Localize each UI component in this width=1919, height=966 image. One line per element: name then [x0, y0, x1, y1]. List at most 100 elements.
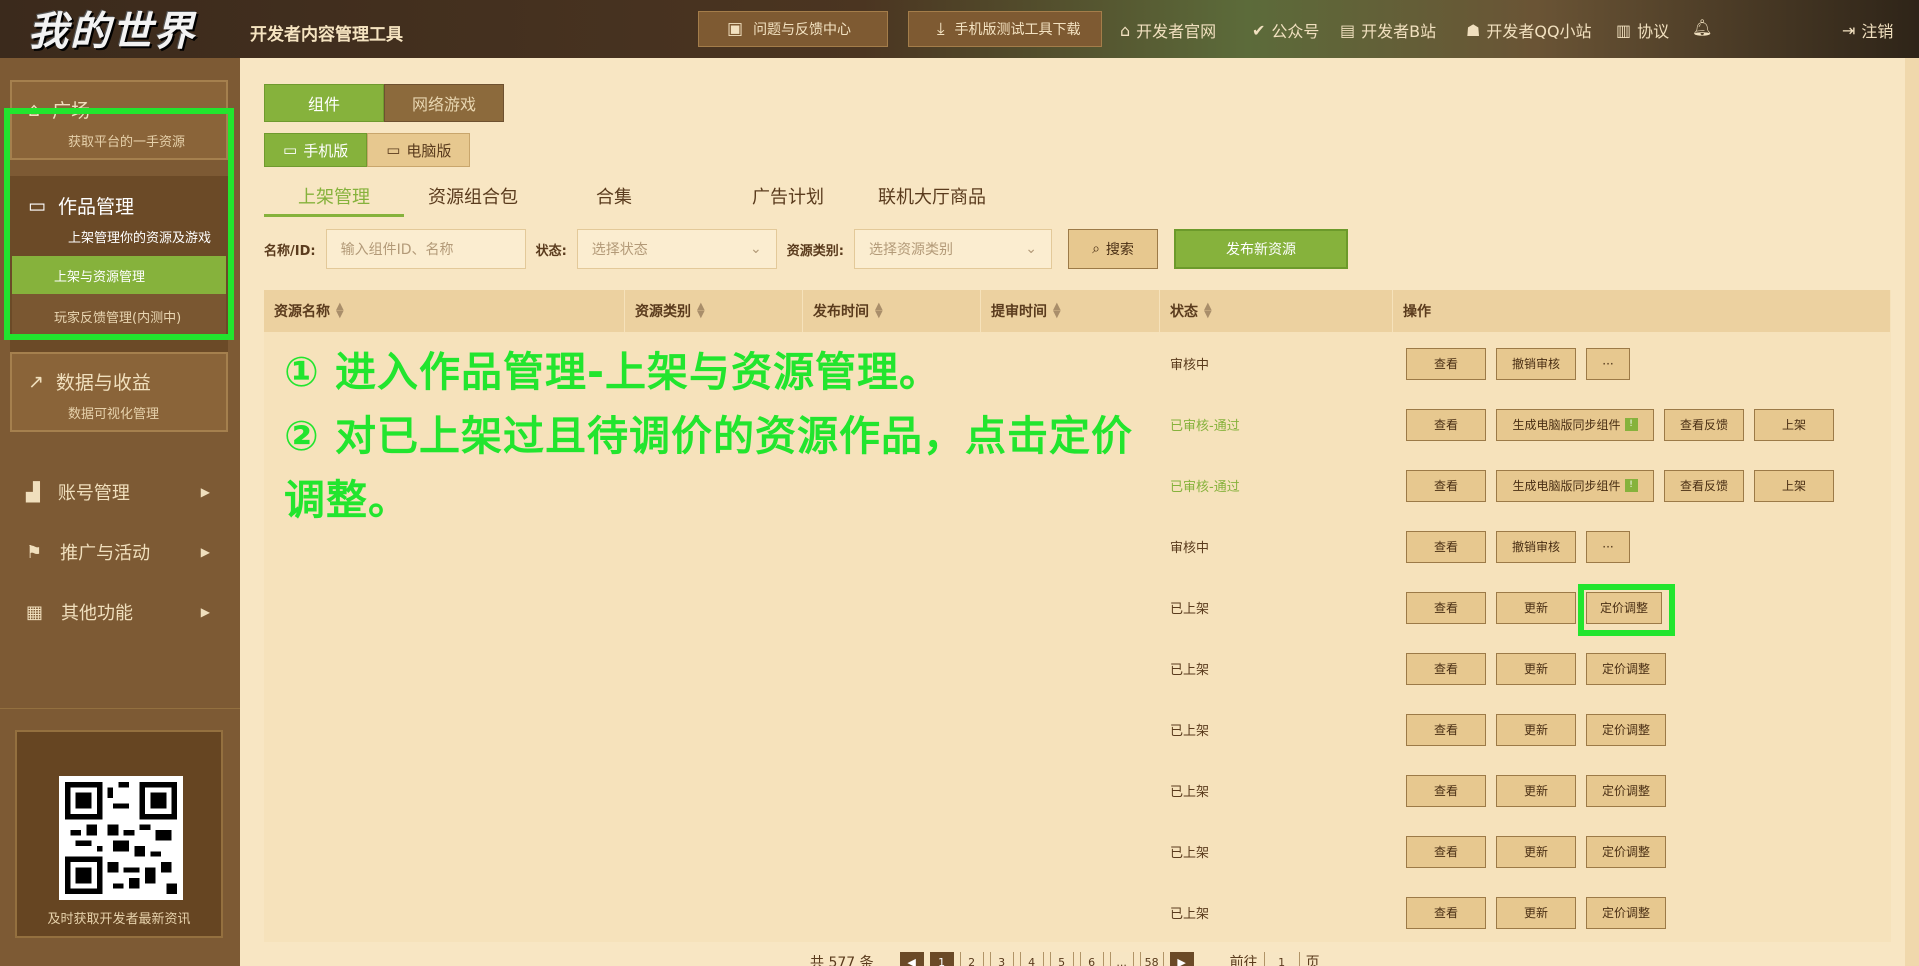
price-adjust-button[interactable]: 定价调整 [1586, 835, 1666, 868]
page-button[interactable]: 2 [959, 952, 984, 966]
prev-page-button[interactable]: ◀ [899, 952, 924, 966]
goto-page-input[interactable]: 1 [1263, 952, 1300, 966]
status-select[interactable]: 选择状态 ⌄ [576, 229, 777, 269]
view-button[interactable]: 查看 [1406, 652, 1486, 685]
sidebar-item-data[interactable]: ↗ 数据与收益 数据可视化管理 [10, 352, 228, 432]
notification-button[interactable]: 🔔︎ [1692, 18, 1712, 37]
next-page-button[interactable]: ▶ [1169, 952, 1194, 966]
more-button[interactable]: ··· [1586, 530, 1630, 563]
account-icon: ▟ [26, 481, 40, 503]
qq-link[interactable]: ☗ 开发者QQ小站 [1466, 18, 1592, 42]
tab-pc[interactable]: ▭ 电脑版 [367, 133, 471, 167]
update-button[interactable]: 更新 [1496, 774, 1576, 807]
page-unit-label: 页 [1305, 955, 1320, 966]
update-button[interactable]: 更新 [1496, 896, 1576, 929]
generate-pc-component-button[interactable]: 生成电脑版同步组件! [1496, 469, 1654, 502]
agreement-link[interactable]: ▥ 协议 [1616, 18, 1669, 42]
name-id-input[interactable]: 输入组件ID、名称 [325, 229, 526, 269]
page-button[interactable]: 5 [1049, 952, 1074, 966]
page-button[interactable]: 1 [929, 952, 954, 966]
feedback-center-button[interactable]: ▣ 问题与反馈中心 [698, 11, 888, 47]
update-button[interactable]: 更新 [1496, 591, 1576, 624]
view-button[interactable]: 查看 [1406, 835, 1486, 868]
list-button[interactable]: 上架 [1754, 408, 1834, 441]
col-submit-time[interactable]: 提审时间 ▲ ▼ [981, 290, 1160, 332]
tab-release-management[interactable]: 上架管理 [264, 183, 404, 217]
mobile-icon: ▭ [283, 141, 298, 159]
download-icon: ⤓ [937, 19, 945, 39]
more-button[interactable]: ··· [1586, 347, 1630, 380]
view-button[interactable]: 查看 [1406, 591, 1486, 624]
vertical-scrollbar[interactable] [1905, 58, 1919, 966]
tab-resource-bundle[interactable]: 资源组合包 [404, 183, 596, 217]
status-text: 已审核-通过 [1170, 419, 1240, 434]
col-actions: 操作 [1393, 290, 1891, 332]
table-header: 资源名称 ▲ ▼ 资源类别 ▲ ▼ 发布时间 ▲ ▼ 提审时间 ▲ ▼ 状态 ▲ ▼ 操作 [264, 290, 1891, 332]
page-button[interactable]: 3 [989, 952, 1014, 966]
price-adjust-button[interactable]: 定价调整 [1586, 896, 1666, 929]
status-filter-label: 状态: [535, 243, 567, 259]
update-button[interactable]: 更新 [1496, 713, 1576, 746]
view-button[interactable]: 查看 [1406, 896, 1486, 929]
update-button[interactable]: 更新 [1496, 835, 1576, 868]
chart-icon: ↗ [28, 370, 44, 393]
dev-site-link[interactable]: ⌂ 开发者官网 [1120, 18, 1216, 42]
tab-collection[interactable]: 合集 [596, 183, 752, 217]
total-count: 共 577 条 [810, 955, 874, 966]
sidebar-item-other[interactable]: ▦ 其他功能 ▶ [0, 582, 240, 642]
qr-caption: 及时获取开发者最新资讯 [47, 912, 191, 927]
tab-component[interactable]: 组件 [264, 84, 384, 122]
col-label: 资源类别 [635, 304, 691, 320]
view-button[interactable]: 查看 [1406, 713, 1486, 746]
minecraft-logo[interactable]: 我的世界 [28, 2, 208, 55]
chevron-down-icon: ⌄ [1025, 241, 1037, 257]
view-feedback-button[interactable]: 查看反馈 [1664, 469, 1744, 502]
pagination: 共 577 条 ◀ 1 2 3 4 5 6 ... 58 ▶ 前往 1 页 [810, 952, 1320, 966]
view-button[interactable]: 查看 [1406, 774, 1486, 807]
tab-ad-plan[interactable]: 广告计划 [752, 183, 878, 217]
page-ellipsis: ... [1109, 952, 1134, 966]
tab-mobile[interactable]: ▭ 手机版 [264, 133, 368, 167]
tab-network-game[interactable]: 网络游戏 [384, 84, 504, 122]
col-label: 提审时间 [991, 304, 1047, 320]
logout-icon: ⇥ [1842, 20, 1856, 40]
col-publish-time[interactable]: 发布时间 ▲ ▼ [803, 290, 981, 332]
view-feedback-button[interactable]: 查看反馈 [1664, 408, 1744, 441]
view-button[interactable]: 查看 [1406, 530, 1486, 563]
page-button[interactable]: 4 [1019, 952, 1044, 966]
update-button[interactable]: 更新 [1496, 652, 1576, 685]
sidebar-item-promotion[interactable]: ⚑ 推广与活动 ▶ [0, 522, 240, 582]
tab-lobby-goods[interactable]: 联机大厅商品 [878, 183, 1020, 217]
price-adjust-button[interactable]: 定价调整 [1586, 774, 1666, 807]
page-button[interactable]: 58 [1139, 952, 1164, 966]
generate-pc-component-button[interactable]: 生成电脑版同步组件! [1496, 408, 1654, 441]
resource-type-select[interactable]: 选择资源类别 ⌄ [853, 229, 1052, 269]
tutorial-annotation: ① 进入作品管理-上架与资源管理。 ② 对已上架过且待调价的资源作品，点击定价调… [284, 340, 1164, 532]
price-adjust-button[interactable]: 定价调整 [1586, 713, 1666, 746]
goto-label: 前往 [1229, 955, 1258, 966]
sort-icon: ▲ ▼ [1053, 301, 1061, 320]
list-button[interactable]: 上架 [1754, 469, 1834, 502]
col-resource-type[interactable]: 资源类别 ▲ ▼ [625, 290, 803, 332]
view-button[interactable]: 查看 [1406, 469, 1486, 502]
wechat-link[interactable]: ✔ 公众号 [1252, 18, 1319, 42]
sidebar-item-account[interactable]: ▟ 账号管理 ▶ [0, 462, 240, 522]
publish-new-resource-button[interactable]: 发布新资源 [1173, 229, 1348, 269]
logout-button[interactable]: ⇥ 注销 [1842, 18, 1893, 42]
view-button[interactable]: 查看 [1406, 347, 1486, 380]
withdraw-review-button[interactable]: 撤销审核 [1496, 347, 1576, 380]
bilibili-link[interactable]: ▤ 开发者B站 [1340, 18, 1436, 42]
price-adjust-button[interactable]: 定价调整 [1586, 652, 1666, 685]
view-button[interactable]: 查看 [1406, 408, 1486, 441]
qr-code [59, 776, 183, 900]
search-button[interactable]: ⌕ 搜索 [1067, 229, 1158, 269]
highlight-box-sidebar [4, 108, 234, 340]
col-status[interactable]: 状态 ▲ ▼ [1160, 290, 1393, 332]
mobile-tools-download-button[interactable]: ⤓ 手机版测试工具下载 [908, 11, 1102, 47]
status-text: 已上架 [1170, 663, 1210, 678]
app-title: 开发者内容管理工具 [250, 25, 403, 45]
col-resource-name[interactable]: 资源名称 ▲ ▼ [264, 290, 625, 332]
mobile-tools-label: 手机版测试工具下载 [954, 22, 1081, 38]
withdraw-review-button[interactable]: 撤销审核 [1496, 530, 1576, 563]
page-button[interactable]: 6 [1079, 952, 1104, 966]
